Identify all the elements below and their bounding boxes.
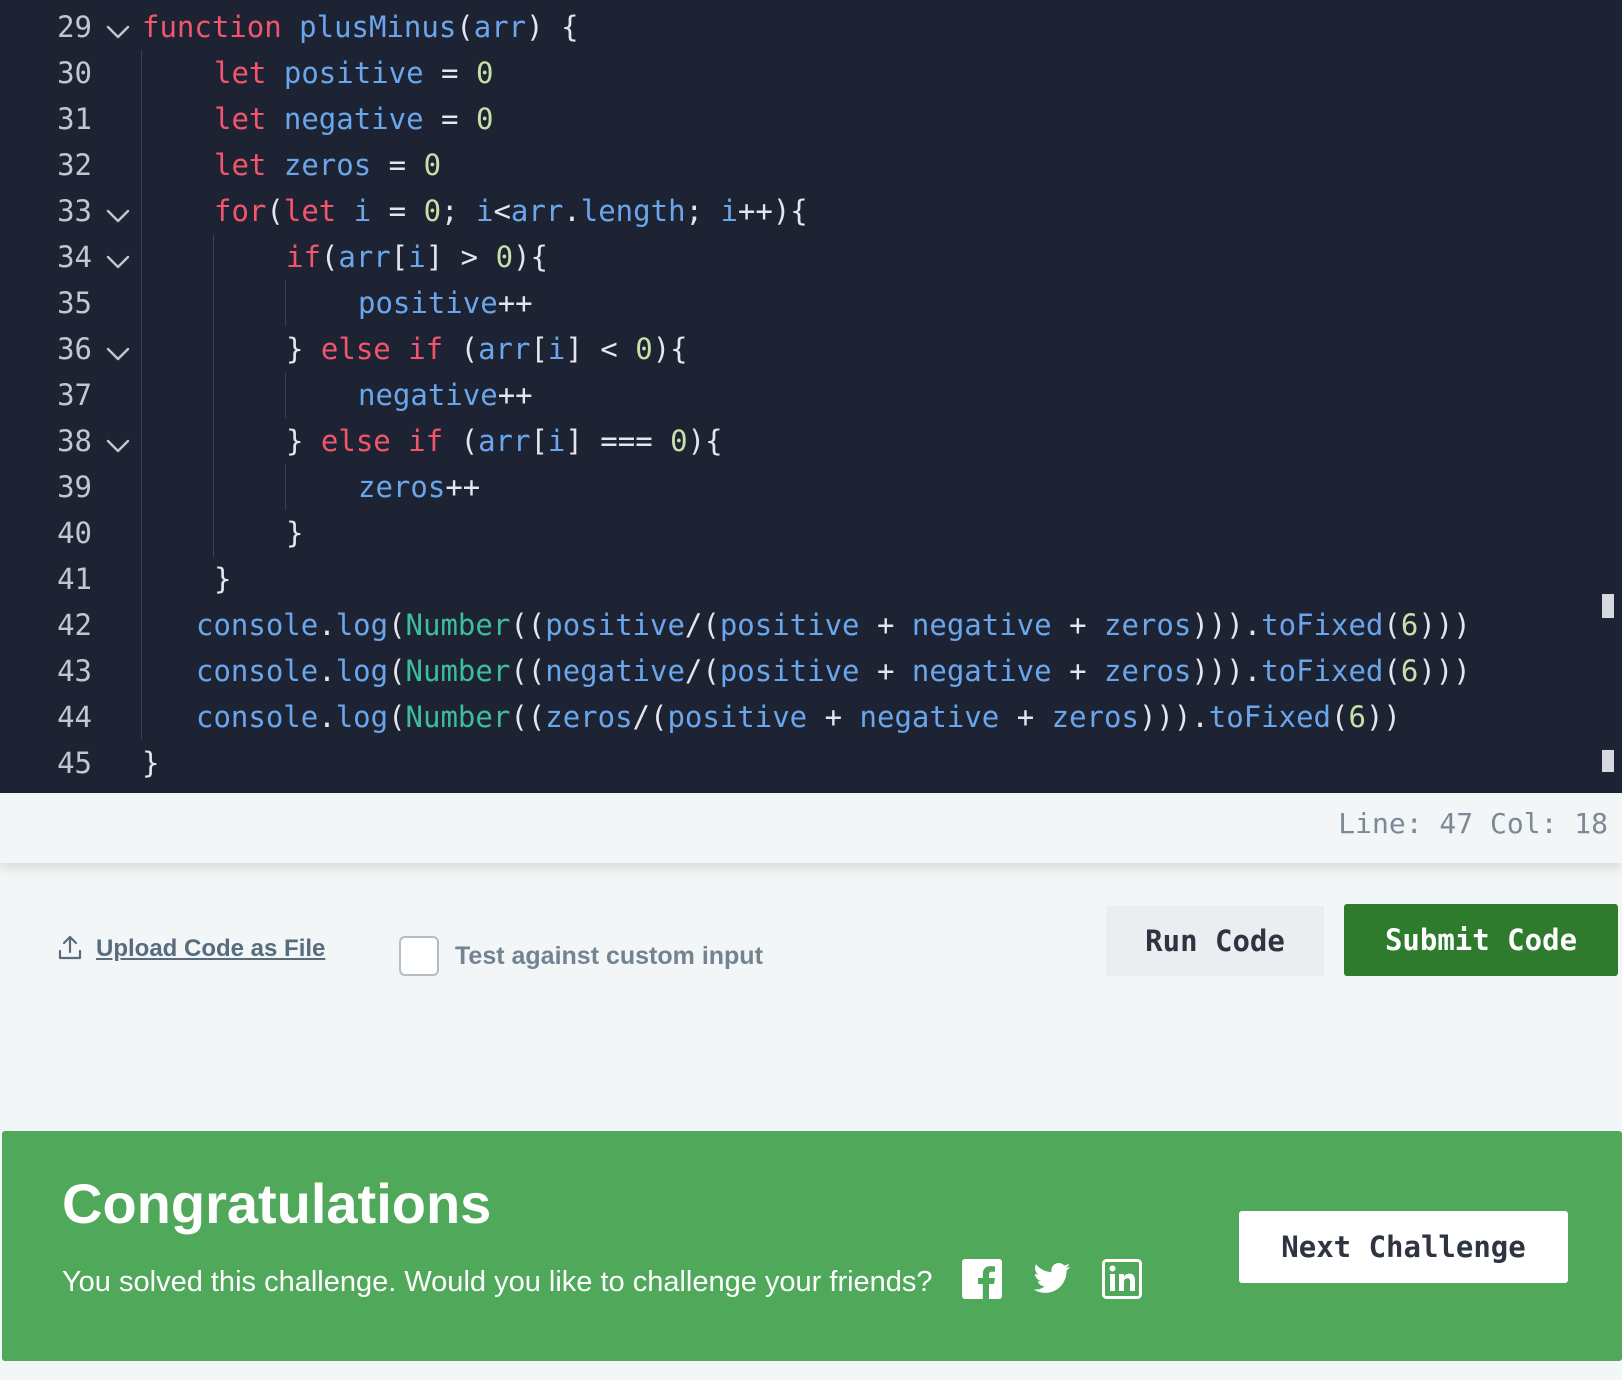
line-number: 34: [57, 240, 92, 274]
cursor-position: Line: 47 Col: 18: [1338, 807, 1608, 840]
line-number: 40: [57, 516, 92, 550]
code-text[interactable]: let zeros = 0: [214, 142, 441, 188]
indent-guide: [213, 235, 214, 557]
next-challenge-button[interactable]: Next Challenge: [1239, 1211, 1568, 1283]
code-text[interactable]: }: [142, 740, 159, 786]
fold-chevron-icon[interactable]: [104, 243, 132, 271]
code-text[interactable]: console.log(Number((negative/(positive +…: [196, 648, 1471, 694]
code-text[interactable]: let negative = 0: [214, 96, 493, 142]
custom-input-toggle[interactable]: Test against custom input: [399, 936, 763, 976]
success-banner: Congratulations You solved this challeng…: [2, 1131, 1622, 1361]
line-number: 29: [57, 10, 92, 44]
line-number: 33: [57, 194, 92, 228]
indent-guide: [285, 372, 286, 418]
upload-icon: [58, 934, 82, 964]
code-line[interactable]: 31 let negative = 0: [0, 96, 1622, 142]
code-text[interactable]: if(arr[i] > 0){: [286, 234, 548, 280]
code-text[interactable]: console.log(Number((zeros/(positive + ne…: [196, 694, 1401, 740]
editor-status-bar: Line: 47 Col: 18: [0, 793, 1622, 863]
code-text[interactable]: } else if (arr[i] === 0){: [286, 418, 723, 464]
code-line[interactable]: 33 for(let i = 0; i<arr.length; i++){: [0, 188, 1622, 234]
code-line[interactable]: 45}: [0, 740, 1622, 786]
line-number: 45: [57, 746, 92, 780]
line-number: 42: [57, 608, 92, 642]
code-line[interactable]: 37 negative++: [0, 372, 1622, 418]
code-editor[interactable]: 29 function plusMinus(arr) { 30 let positiv…: [0, 0, 1622, 793]
code-text[interactable]: console.log(Number((positive/(positive +…: [196, 602, 1471, 648]
code-line[interactable]: 43 console.log(Number((negative/(positive…: [0, 648, 1622, 694]
scrollbar-marker[interactable]: [1602, 750, 1614, 772]
twitter-icon[interactable]: [1032, 1259, 1072, 1299]
code-text[interactable]: } else if (arr[i] < 0){: [286, 326, 688, 372]
upload-code-link[interactable]: Upload Code as File: [58, 934, 325, 964]
line-number: 43: [57, 654, 92, 688]
code-text[interactable]: negative++: [358, 372, 533, 418]
fold-chevron-icon[interactable]: [104, 197, 132, 225]
code-text[interactable]: function plusMinus(arr) {: [142, 4, 579, 50]
code-text[interactable]: positive++: [358, 280, 533, 326]
linkedin-icon[interactable]: [1102, 1259, 1142, 1299]
banner-message: You solved this challenge. Would you lik…: [62, 1266, 933, 1298]
code-line[interactable]: 40}: [0, 510, 1622, 556]
code-text[interactable]: }: [286, 510, 303, 556]
line-number: 44: [57, 700, 92, 734]
indent-guide: [141, 50, 142, 740]
code-text[interactable]: zeros++: [358, 464, 480, 510]
code-line[interactable]: 30 let positive = 0: [0, 50, 1622, 96]
custom-input-checkbox[interactable]: [399, 936, 439, 976]
code-line[interactable]: 42 console.log(Number((positive/(positive…: [0, 602, 1622, 648]
submit-code-button[interactable]: Submit Code: [1344, 904, 1618, 976]
fold-chevron-icon[interactable]: [104, 335, 132, 363]
code-line[interactable]: 34 if(arr[i] > 0){: [0, 234, 1622, 280]
line-number: 36: [57, 332, 92, 366]
custom-input-label[interactable]: Test against custom input: [455, 942, 763, 971]
code-line[interactable]: 35 positive++: [0, 280, 1622, 326]
line-number: 41: [57, 562, 92, 596]
code-line[interactable]: 36 } else if (arr[i] < 0){: [0, 326, 1622, 372]
code-text[interactable]: }: [214, 556, 231, 602]
code-text[interactable]: let positive = 0: [214, 50, 493, 96]
code-line[interactable]: 44 console.log(Number((zeros/(positive + …: [0, 694, 1622, 740]
code-line[interactable]: 39 zeros++: [0, 464, 1622, 510]
indent-guide: [285, 280, 286, 326]
code-text[interactable]: for(let i = 0; i<arr.length; i++){: [214, 188, 808, 234]
fold-chevron-icon[interactable]: [104, 427, 132, 455]
scrollbar-marker[interactable]: [1602, 594, 1614, 618]
fold-chevron-icon[interactable]: [104, 13, 132, 41]
line-number: 37: [57, 378, 92, 412]
indent-guide: [285, 464, 286, 510]
code-line[interactable]: 38 } else if (arr[i] === 0){: [0, 418, 1622, 464]
run-code-button[interactable]: Run Code: [1106, 906, 1324, 976]
code-line[interactable]: 41}: [0, 556, 1622, 602]
code-line[interactable]: 29 function plusMinus(arr) {: [0, 4, 1622, 50]
line-number: 31: [57, 102, 92, 136]
upload-code-label[interactable]: Upload Code as File: [96, 935, 325, 963]
line-number: 39: [57, 470, 92, 504]
line-number: 35: [57, 286, 92, 320]
facebook-icon[interactable]: [962, 1259, 1002, 1299]
line-number: 30: [57, 56, 92, 90]
code-line[interactable]: 32 let zeros = 0: [0, 142, 1622, 188]
line-number: 38: [57, 424, 92, 458]
line-number: 32: [57, 148, 92, 182]
banner-title: Congratulations: [62, 1172, 492, 1235]
